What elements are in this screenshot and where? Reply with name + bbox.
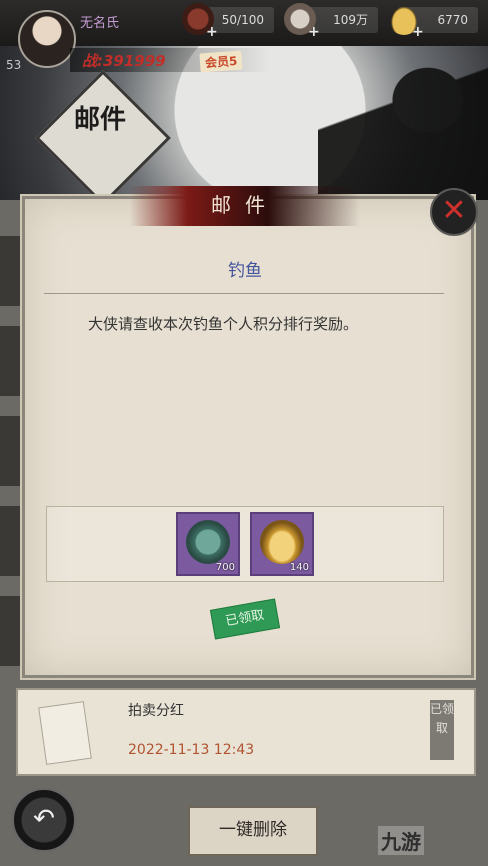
reward-qty: 700	[215, 562, 235, 573]
gold-ingot-icon	[260, 520, 304, 564]
mail-item-status: 已领取	[430, 700, 454, 760]
jade-medal-icon	[186, 520, 230, 564]
letter-icon	[38, 701, 92, 765]
plus-icon[interactable]: +	[412, 19, 424, 45]
resource-gold[interactable]: + 6770	[388, 3, 478, 40]
delete-all-button[interactable]: 一键删除	[188, 806, 318, 856]
swordsman-silhouette	[318, 40, 488, 200]
watermark: 九游	[378, 826, 424, 855]
page-title: 邮件	[73, 105, 126, 135]
reward-frame	[46, 506, 444, 582]
plus-icon[interactable]: +	[206, 19, 218, 45]
back-arrow-icon: ↶	[33, 804, 55, 834]
mail-item-title: 拍卖分红	[128, 703, 184, 719]
side-tab[interactable]	[0, 506, 21, 576]
side-tab[interactable]	[0, 236, 21, 306]
side-tab[interactable]	[0, 596, 21, 666]
resource-value: 50/100	[221, 13, 264, 27]
side-tab[interactable]	[0, 326, 21, 396]
reward-item[interactable]: 140	[250, 512, 314, 576]
back-button[interactable]: ↶	[12, 788, 76, 852]
close-icon: ✕	[441, 193, 467, 228]
player-name: 无名氏	[80, 16, 120, 31]
combat-power: 战:391999	[82, 52, 166, 70]
reward-item[interactable]: 700	[176, 512, 240, 576]
plus-icon[interactable]: +	[308, 19, 320, 45]
player-avatar[interactable]	[18, 10, 76, 68]
resource-coins[interactable]: + 109万	[284, 3, 378, 40]
mail-item-date: 2022-11-13 12:43	[128, 742, 255, 758]
resource-stamina[interactable]: + 50/100	[182, 3, 274, 40]
reward-qty: 140	[289, 562, 309, 573]
panel-title: 邮件	[211, 193, 279, 217]
side-tab[interactable]	[0, 416, 21, 486]
mail-subject: 钓鱼	[228, 261, 262, 281]
vip-badge[interactable]: 会员5	[199, 50, 243, 73]
mail-body-text: 大侠请查收本次钓鱼个人积分排行奖励。	[88, 315, 359, 333]
resource-value: 109万	[333, 13, 368, 27]
divider	[44, 293, 444, 294]
close-button[interactable]: ✕	[430, 188, 478, 236]
resource-value: 6770	[437, 13, 468, 27]
